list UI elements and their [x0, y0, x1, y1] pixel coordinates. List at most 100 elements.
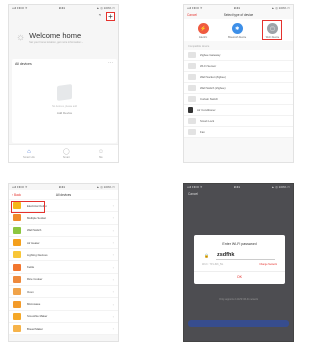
ok-button[interactable]: OK [194, 271, 285, 279]
category-label: Electric [199, 36, 208, 39]
list-item[interactable]: Curtain Switch [184, 94, 293, 105]
dialog-title: Enter Wi-Fi password [222, 242, 257, 246]
list-item[interactable]: Wi-Fi Sensor [184, 61, 293, 72]
welcome-title: Welcome home [29, 31, 82, 40]
home-screen: •ull FIDO ✈ 9:41 ▲ ◎ 100% ▭ ◔ + ☼ Welcom… [8, 4, 119, 163]
add-device-link[interactable]: Add Device [12, 111, 117, 115]
clock: 9:41 [233, 6, 240, 10]
item-label: Wall Socket (Zigbee) [200, 75, 226, 79]
tab-home[interactable]: ⌂ Smart Life [23, 149, 35, 159]
nav-bar: ‹ Back All devices [9, 190, 118, 199]
me-icon: ☺ [97, 148, 104, 155]
list-item[interactable]: Bread Maker › [9, 323, 118, 336]
status-bar: •ull FIDO ✈ 9:41 ▲ ◎ 100% ▭ [9, 5, 118, 11]
chevron-right-icon: › [112, 227, 114, 233]
tab-bar: ⌂ Smart Life ◯ Smart ☺ Me [9, 144, 118, 162]
empty-box-illustration [57, 83, 72, 102]
status-right: ▲ ◎ 100% ▭ [96, 185, 115, 189]
list-item[interactable]: Air Heater › [9, 237, 118, 250]
status-right: ▲ ◎ 100% ▭ [271, 6, 290, 10]
bread-maker-icon [13, 325, 21, 333]
back-button[interactable]: ‹ Back [12, 193, 30, 197]
change-network-link[interactable]: Change Network [259, 263, 277, 266]
item-label: Air Heater [27, 240, 40, 245]
oven-icon [13, 288, 21, 296]
item-label: Multiple Socket [27, 215, 46, 220]
plus-icon: + [108, 12, 113, 21]
list-item[interactable]: Smart Lock [184, 116, 293, 127]
device-thumb-icon [188, 85, 196, 91]
welcome-header: ☼ Welcome home Set your home location, g… [16, 31, 83, 44]
switch-icon [13, 226, 21, 234]
lock-icon: 🔒 [204, 252, 209, 258]
chevron-right-icon: › [112, 215, 114, 221]
carrier: •ull FIDO ✈ [187, 185, 203, 189]
item-label: Kettle [27, 265, 35, 270]
list-item[interactable]: Wall Socket (Zigbee) [184, 72, 293, 83]
wifi-password-screen: •ull FIDO ✈ 9:41 ▲ ◎ 100% ▭ Cancel Enter… [183, 183, 294, 342]
category-electric[interactable]: ⚡ Electric [197, 23, 209, 39]
list-item[interactable]: Lighting Devices › [9, 249, 118, 262]
chevron-right-icon: › [112, 326, 114, 332]
item-label: Smart Lock [200, 119, 215, 123]
list-item[interactable]: Fan [184, 127, 293, 138]
list-item[interactable]: Wall Switch (Zigbee) [184, 83, 293, 94]
tab-me[interactable]: ☺ Me [98, 149, 104, 159]
list-item[interactable]: Kettle › [9, 261, 118, 274]
bluetooth-icon: ✱ [231, 23, 243, 34]
page-title: Select type of device [223, 13, 254, 17]
category-bluetooth[interactable]: ✱ Bluetooth Device [228, 23, 246, 39]
device-thumb-icon [188, 96, 196, 102]
tab-label: Smart Life [23, 155, 35, 159]
selection-highlight [261, 20, 282, 40]
add-device-button[interactable]: + [106, 12, 115, 21]
carrier: •ull FIDO ✈ [12, 6, 28, 10]
home-icon: ⌂ [27, 148, 31, 155]
category-wifi[interactable]: ▢ Wi-Fi Device [261, 20, 282, 40]
list-item[interactable]: Multiple Socket › [9, 212, 118, 225]
list-item[interactable]: Oven › [9, 286, 118, 299]
clock: 9:41 [58, 6, 65, 10]
list-item[interactable]: Rice Cooker › [9, 274, 118, 287]
chevron-right-icon: › [112, 240, 114, 246]
next-button[interactable] [188, 320, 289, 327]
list-item[interactable]: Zigbee Gateway [184, 50, 293, 61]
cancel-button[interactable]: Cancel [187, 13, 205, 17]
microwave-icon [13, 300, 21, 308]
electric-icon: ⚡ [197, 23, 209, 34]
tab-label: Me [99, 155, 103, 159]
chevron-right-icon: › [112, 276, 114, 282]
tab-smart[interactable]: ◯ Smart [63, 149, 70, 159]
password-field[interactable]: zsdfhk [217, 252, 234, 258]
list-item[interactable]: Microwave › [9, 298, 118, 311]
item-label: Curtain Switch [200, 97, 219, 101]
item-label: Bread Maker [27, 326, 44, 331]
cancel-button[interactable]: Cancel [184, 190, 293, 198]
device-thumb-icon [188, 63, 196, 69]
rice-cooker-icon [13, 275, 21, 283]
clock: 9:41 [58, 185, 65, 189]
list-item[interactable]: Electrical Outlet › [9, 200, 118, 214]
sun-icon: ☼ [16, 32, 26, 43]
scene-icon[interactable]: ◔ [96, 13, 103, 20]
list-item[interactable]: Air Conditioner [184, 105, 293, 116]
all-devices-screen: •ull FIDO ✈ 9:41 ▲ ◎ 100% ▭ ‹ Back All d… [8, 183, 119, 342]
heater-icon [13, 239, 21, 247]
list-item[interactable]: Smoothie Maker › [9, 311, 118, 323]
item-label: Wall Switch [27, 228, 42, 233]
light-icon [13, 251, 21, 259]
device-thumb-icon [188, 107, 193, 113]
ssid-label: Wi-Fi : TP-LINK_5G [202, 263, 224, 266]
no-devices-text: No devices, please add [52, 105, 77, 108]
welcome-subtitle[interactable]: Set your home location, get more informa… [29, 41, 82, 44]
socket-icon [13, 214, 21, 222]
list-item[interactable]: Wall Switch › [9, 225, 118, 237]
more-icon[interactable]: ··· [108, 60, 113, 66]
chevron-right-icon: › [112, 203, 114, 209]
chevron-right-icon: › [112, 301, 114, 307]
status-right: ▲ ◎ 100% ▭ [271, 185, 290, 189]
device-thumb-icon [188, 118, 196, 124]
screenshot-collage: •ull FIDO ✈ 9:41 ▲ ◎ 100% ▭ ◔ + ☼ Welcom… [0, 0, 294, 354]
status-right: ▲ ◎ 100% ▭ [96, 6, 115, 10]
outlet-icon [13, 202, 21, 210]
